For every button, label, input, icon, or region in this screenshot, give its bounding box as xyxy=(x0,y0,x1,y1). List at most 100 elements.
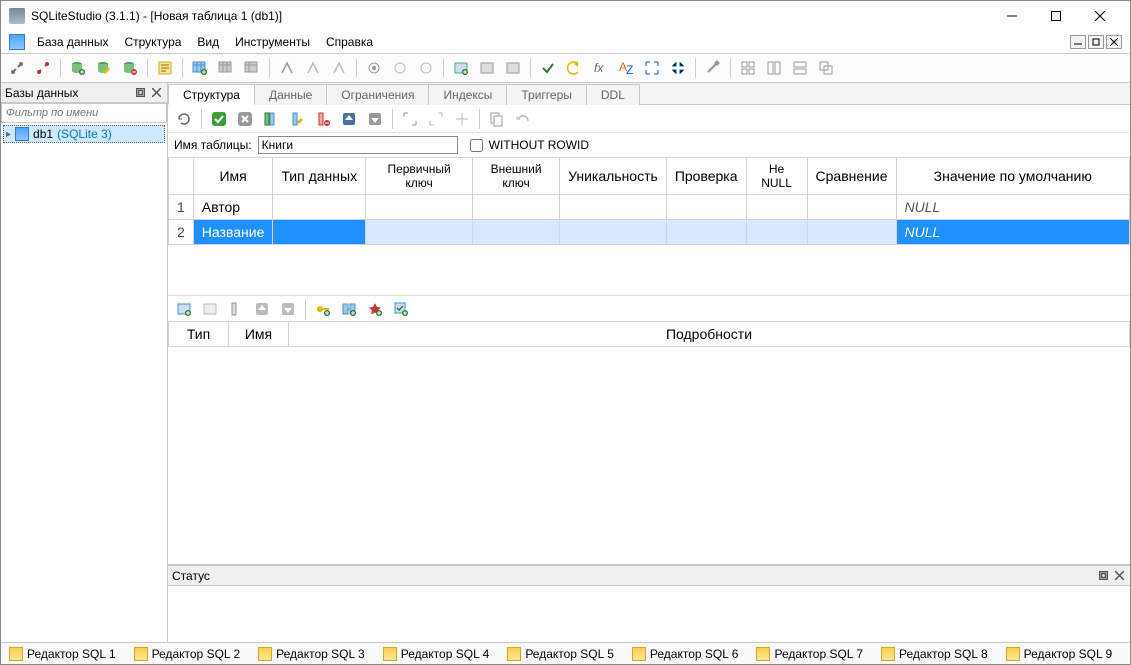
undo-icon[interactable] xyxy=(511,107,535,131)
collapse-icon[interactable] xyxy=(666,56,690,80)
sql-editor-icon[interactable] xyxy=(153,56,177,80)
grid-icon[interactable] xyxy=(736,56,760,80)
split-v-icon[interactable] xyxy=(788,56,812,80)
bottom-tab[interactable]: Редактор SQL 5 xyxy=(503,646,618,662)
minimize-button[interactable] xyxy=(990,2,1034,30)
trigger-add-icon[interactable] xyxy=(362,56,386,80)
view-add-icon[interactable] xyxy=(449,56,473,80)
function-icon[interactable]: fx xyxy=(588,56,612,80)
unique-icon[interactable] xyxy=(363,297,387,321)
edit-constraint-icon[interactable] xyxy=(424,107,448,131)
c-up-icon[interactable] xyxy=(250,297,274,321)
delete-table-icon[interactable] xyxy=(240,56,264,80)
cascade-icon[interactable] xyxy=(814,56,838,80)
collation-icon[interactable]: AZ xyxy=(614,56,638,80)
cell-type[interactable] xyxy=(273,220,366,245)
details-col-name[interactable]: Имя xyxy=(229,322,289,347)
sidebar-undock-button[interactable] xyxy=(133,86,147,100)
table-row[interactable]: 2 Название NULL xyxy=(169,220,1130,245)
index-remove-icon[interactable] xyxy=(327,56,351,80)
menu-database[interactable]: База данных xyxy=(29,33,116,51)
fk-icon[interactable] xyxy=(337,297,361,321)
add-column-icon[interactable] xyxy=(259,107,283,131)
bottom-tab[interactable]: Редактор SQL 8 xyxy=(877,646,992,662)
bottom-tab[interactable]: Редактор SQL 3 xyxy=(254,646,369,662)
pk-icon[interactable] xyxy=(311,297,335,321)
c-down-icon[interactable] xyxy=(276,297,300,321)
cell-type[interactable] xyxy=(273,195,366,220)
index-add-icon[interactable] xyxy=(275,56,299,80)
cell-name[interactable]: Название xyxy=(193,220,273,245)
status-close-button[interactable] xyxy=(1112,569,1126,583)
add-constraint-icon[interactable] xyxy=(398,107,422,131)
db-tree[interactable]: ▸ db1 (SQLite 3) xyxy=(1,123,167,642)
chevron-right-icon[interactable]: ▸ xyxy=(6,129,11,140)
sidebar-filter-input[interactable] xyxy=(1,103,167,123)
col-header-name[interactable]: Имя xyxy=(193,158,273,195)
c-add-icon[interactable] xyxy=(172,297,196,321)
c-edit-icon[interactable] xyxy=(198,297,222,321)
bottom-tab[interactable]: Редактор SQL 1 xyxy=(5,646,120,662)
menu-view[interactable]: Вид xyxy=(189,33,227,51)
details-grid-body[interactable] xyxy=(168,347,1130,564)
columns-grid[interactable]: Имя Тип данных Первичный ключ Внешний кл… xyxy=(168,157,1130,295)
cell-name[interactable]: Автор xyxy=(193,195,273,220)
details-col-details[interactable]: Подробности xyxy=(289,322,1130,347)
edit-db-icon[interactable] xyxy=(92,56,116,80)
index-edit-icon[interactable] xyxy=(301,56,325,80)
col-header-notnull[interactable]: Не NULL xyxy=(746,158,807,195)
copy-icon[interactable] xyxy=(485,107,509,131)
mdi-minimize-button[interactable] xyxy=(1070,35,1086,49)
mdi-restore-button[interactable] xyxy=(1088,35,1104,49)
remove-column-icon[interactable] xyxy=(311,107,335,131)
tab-ddl[interactable]: DDL xyxy=(586,84,640,105)
trigger-remove-icon[interactable] xyxy=(414,56,438,80)
col-header-default[interactable]: Значение по умолчанию xyxy=(896,158,1129,195)
menu-tools[interactable]: Инструменты xyxy=(227,33,318,51)
bottom-tab[interactable]: Редактор SQL 7 xyxy=(752,646,867,662)
tab-triggers[interactable]: Триггеры xyxy=(506,84,587,105)
bottom-tab[interactable]: Редактор SQL 9 xyxy=(1002,646,1117,662)
close-button[interactable] xyxy=(1078,2,1122,30)
expand-icon[interactable] xyxy=(640,56,664,80)
tree-item-db1[interactable]: ▸ db1 (SQLite 3) xyxy=(3,125,165,143)
add-db-icon[interactable] xyxy=(66,56,90,80)
col-header-fk[interactable]: Внешний ключ xyxy=(473,158,560,195)
bottom-tab[interactable]: Редактор SQL 2 xyxy=(130,646,245,662)
cancel-icon[interactable] xyxy=(233,107,257,131)
col-header-pk[interactable]: Первичный ключ xyxy=(366,158,473,195)
table-row[interactable]: 1 Автор NULL xyxy=(169,195,1130,220)
col-header-check[interactable]: Проверка xyxy=(666,158,746,195)
connect-icon[interactable] xyxy=(5,56,29,80)
commit-icon[interactable] xyxy=(536,56,560,80)
tab-data[interactable]: Данные xyxy=(254,84,327,105)
bottom-tab[interactable]: Редактор SQL 4 xyxy=(379,646,494,662)
refresh-icon[interactable] xyxy=(172,107,196,131)
cell-default[interactable]: NULL xyxy=(896,195,1129,220)
move-up-icon[interactable] xyxy=(337,107,361,131)
bottom-tab[interactable]: Редактор SQL 6 xyxy=(628,646,743,662)
maximize-button[interactable] xyxy=(1034,2,1078,30)
settings-icon[interactable] xyxy=(701,56,725,80)
view-remove-icon[interactable] xyxy=(501,56,525,80)
col-header-unique[interactable]: Уникальность xyxy=(560,158,667,195)
mdi-close-button[interactable] xyxy=(1106,35,1122,49)
edit-table-icon[interactable] xyxy=(214,56,238,80)
table-name-input[interactable] xyxy=(258,136,458,154)
new-table-icon[interactable] xyxy=(188,56,212,80)
view-edit-icon[interactable] xyxy=(475,56,499,80)
status-undock-button[interactable] xyxy=(1096,569,1110,583)
move-down-icon[interactable] xyxy=(363,107,387,131)
split-h-icon[interactable] xyxy=(762,56,786,80)
tab-structure[interactable]: Структура xyxy=(168,84,255,105)
col-header-collate[interactable]: Сравнение xyxy=(807,158,896,195)
tab-indexes[interactable]: Индексы xyxy=(428,84,507,105)
tab-constraints[interactable]: Ограничения xyxy=(326,84,429,105)
sidebar-close-button[interactable] xyxy=(149,86,163,100)
rollback-icon[interactable] xyxy=(562,56,586,80)
remove-constraint-icon[interactable] xyxy=(450,107,474,131)
disconnect-icon[interactable] xyxy=(31,56,55,80)
remove-db-icon[interactable] xyxy=(118,56,142,80)
apply-icon[interactable] xyxy=(207,107,231,131)
details-col-type[interactable]: Тип xyxy=(169,322,229,347)
